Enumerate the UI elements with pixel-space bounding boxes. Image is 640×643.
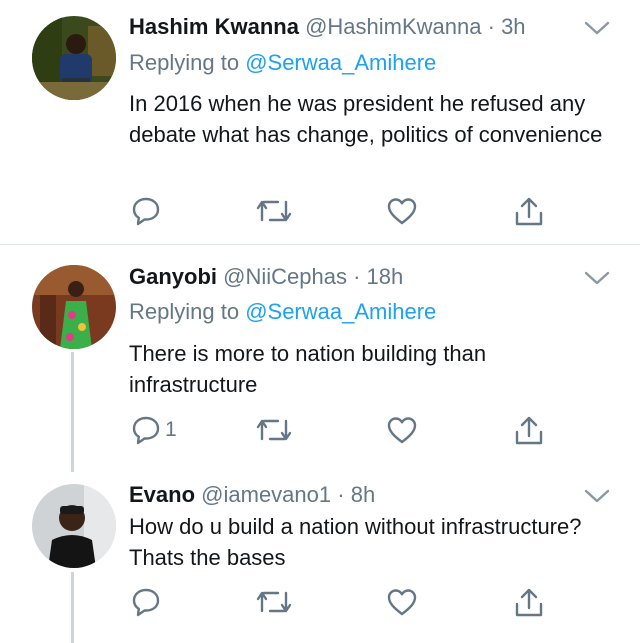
avatar[interactable] <box>32 265 116 349</box>
tweet-text: How do u build a nation without infrastr… <box>129 514 582 570</box>
tweet-actions <box>129 587 629 619</box>
reply-button[interactable] <box>131 587 165 617</box>
display-name[interactable]: Evano <box>129 482 195 507</box>
share-icon <box>513 415 545 447</box>
tweet-actions: 1 <box>129 415 629 447</box>
reply-icon <box>131 587 161 617</box>
chevron-down-icon[interactable] <box>584 488 610 509</box>
like-button[interactable] <box>386 587 422 617</box>
mention-link[interactable]: @Serwaa_Amihere <box>245 50 436 75</box>
display-name[interactable]: Hashim Kwanna <box>129 14 299 39</box>
separator: · <box>487 14 495 39</box>
tweet-2[interactable]: Ganyobi @NiiCephas · 18h Replying to @Se… <box>0 245 640 485</box>
heart-icon <box>386 415 418 445</box>
reply-button[interactable]: 1 <box>131 415 177 445</box>
reply-button[interactable] <box>131 196 165 226</box>
timestamp[interactable]: 18h <box>367 264 404 289</box>
like-button[interactable] <box>386 196 422 226</box>
timestamp[interactable]: 8h <box>351 482 375 507</box>
reply-count: 1 <box>165 418 177 441</box>
user-handle[interactable]: @HashimKwanna <box>305 14 481 39</box>
like-button[interactable] <box>386 415 422 445</box>
reply-icon <box>131 415 161 445</box>
tweet-text: In 2016 when he was president he refused… <box>129 91 603 147</box>
replying-prefix: Replying to <box>129 299 246 324</box>
avatar[interactable] <box>32 484 116 568</box>
tweet-actions <box>129 196 629 228</box>
timestamp[interactable]: 3h <box>501 14 525 39</box>
display-name[interactable]: Ganyobi <box>129 264 217 289</box>
chevron-down-icon[interactable] <box>584 270 610 291</box>
mention-link[interactable]: @Serwaa_Amihere <box>245 299 436 324</box>
separator: · <box>337 482 345 507</box>
replying-to: Replying to @Serwaa_Amihere <box>129 50 436 76</box>
share-button[interactable] <box>513 196 545 228</box>
tweet-3[interactable]: Evano @iamevano1 · 8h How do u build a n… <box>0 470 640 643</box>
share-icon <box>513 587 545 619</box>
share-button[interactable] <box>513 415 545 447</box>
share-icon <box>513 196 545 228</box>
retweet-button[interactable] <box>256 196 296 226</box>
retweet-button[interactable] <box>256 415 296 445</box>
retweet-icon <box>256 415 292 445</box>
share-button[interactable] <box>513 587 545 619</box>
user-handle[interactable]: @NiiCephas <box>223 264 347 289</box>
user-handle[interactable]: @iamevano1 <box>201 482 331 507</box>
tweet-header: Evano @iamevano1 · 8h <box>129 482 375 508</box>
avatar[interactable] <box>32 16 116 100</box>
tweet-text: There is more to nation building than in… <box>129 341 487 397</box>
heart-icon <box>386 196 418 226</box>
tweet-header: Ganyobi @NiiCephas · 18h <box>129 264 403 290</box>
chevron-down-icon[interactable] <box>584 20 610 41</box>
heart-icon <box>386 587 418 617</box>
replying-to: Replying to @Serwaa_Amihere <box>129 299 436 325</box>
tweet-header: Hashim Kwanna @HashimKwanna · 3h <box>129 14 526 40</box>
replying-prefix: Replying to <box>129 50 246 75</box>
retweet-icon <box>256 196 292 226</box>
reply-icon <box>131 196 161 226</box>
tweet-1[interactable]: Hashim Kwanna @HashimKwanna · 3h Replyin… <box>0 0 640 244</box>
retweet-button[interactable] <box>256 587 296 617</box>
retweet-icon <box>256 587 292 617</box>
